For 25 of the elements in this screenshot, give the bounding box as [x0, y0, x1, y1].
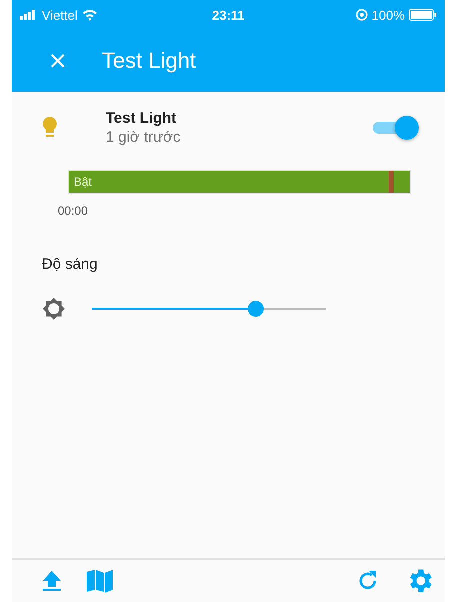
battery-icon [409, 9, 438, 21]
lightbulb-icon [42, 117, 58, 139]
time-tick: 00:00 [58, 204, 90, 218]
state-label: Bật [73, 175, 92, 189]
last-changed: 1 giờ trước [106, 129, 182, 146]
close-icon [50, 53, 66, 69]
rotation-lock-icon [356, 9, 368, 21]
slider-thumb[interactable] [248, 301, 264, 317]
brightness-slider[interactable] [92, 301, 326, 317]
power-toggle[interactable] [371, 116, 421, 140]
battery-percent: 100% [372, 8, 406, 22]
upload-icon [42, 570, 62, 592]
close-button[interactable] [50, 53, 66, 69]
wifi-icon [82, 9, 98, 21]
state-change-marker [389, 171, 394, 193]
entity-name: Test Light [106, 110, 178, 127]
brightness-label: Độ sáng [42, 256, 99, 273]
map-icon [86, 569, 114, 593]
carrier-name: Viettel [42, 8, 78, 22]
status-time: 23:11 [212, 8, 245, 22]
upload-button[interactable] [42, 570, 62, 592]
brightness-icon [42, 297, 66, 321]
dialog-title: Test Light [102, 48, 196, 74]
map-button[interactable] [86, 569, 114, 593]
signal-icon [20, 10, 38, 20]
